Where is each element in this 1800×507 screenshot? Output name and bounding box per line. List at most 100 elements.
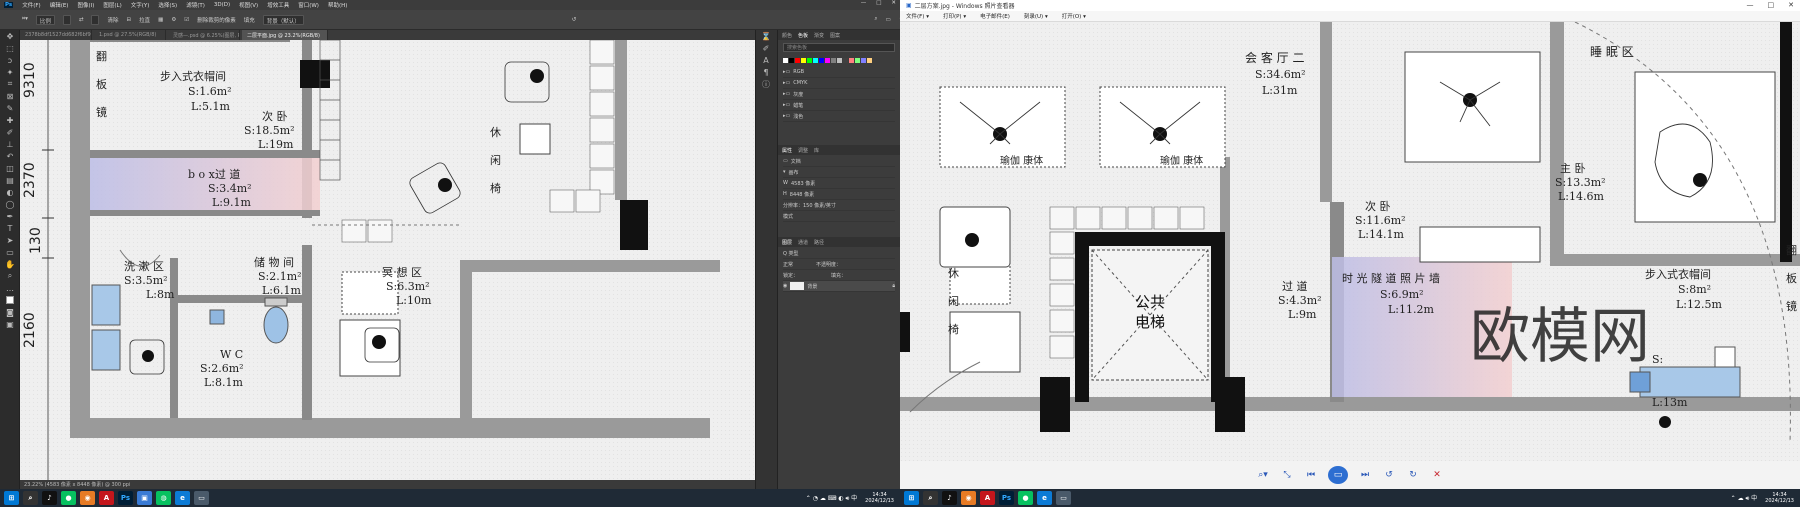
tiktok-icon[interactable]: ♪ bbox=[42, 491, 57, 505]
search-icon[interactable]: ⌕ bbox=[23, 491, 38, 505]
menu-open[interactable]: 打开(O) ▾ bbox=[1062, 12, 1086, 20]
tab-adjustments[interactable]: 调整 bbox=[798, 147, 808, 154]
menu-email[interactable]: 电子邮件(E) bbox=[980, 12, 1010, 20]
quick-mask-icon[interactable]: ◙ bbox=[0, 306, 20, 318]
menu-image[interactable]: 图像(I) bbox=[77, 1, 94, 9]
swatch-group[interactable]: ▸▭ 蜡笔 bbox=[783, 100, 895, 111]
menu-plugins[interactable]: 增效工具 bbox=[267, 1, 289, 9]
app-logo-icon[interactable]: Ps bbox=[4, 2, 14, 8]
canvas-section[interactable]: ▾ 画布 bbox=[783, 167, 895, 178]
grid-overlay-icon[interactable]: ▦ bbox=[158, 17, 163, 23]
magic-wand-icon[interactable]: ✦ bbox=[0, 66, 20, 78]
gradient-tool-icon[interactable]: ▤ bbox=[0, 174, 20, 186]
crop-icon[interactable]: ⌗▾ bbox=[22, 16, 28, 23]
eraser-icon[interactable]: ◫ bbox=[0, 162, 20, 174]
hand-tool-icon[interactable]: ✋ bbox=[0, 258, 20, 270]
menu-select[interactable]: 选择(S) bbox=[158, 1, 177, 9]
viewer-icon[interactable]: ▭ bbox=[194, 491, 209, 505]
tiktok-icon[interactable]: ♪ bbox=[942, 491, 957, 505]
zoom-icon[interactable]: ⌕▾ bbox=[1256, 469, 1270, 481]
start-icon[interactable]: ⊞ bbox=[904, 491, 919, 505]
rotate-cw-icon[interactable]: ↻ bbox=[1406, 469, 1420, 481]
search-icon[interactable]: ⌕ bbox=[874, 16, 877, 23]
document-tab[interactable]: 2378b8df1527dd682f6bf9fd7be8f3.jpg @ 8.2… bbox=[20, 30, 92, 40]
start-icon[interactable]: ⊞ bbox=[4, 491, 19, 505]
zoom-tool-icon[interactable]: ⌕ bbox=[0, 270, 20, 282]
menu-edit[interactable]: 编辑(E) bbox=[50, 1, 69, 9]
type-tool-icon[interactable]: T bbox=[0, 222, 20, 234]
wechat-icon[interactable]: ● bbox=[1018, 491, 1033, 505]
swatch-color[interactable] bbox=[819, 58, 824, 63]
layer-blend-row[interactable]: 正常 不透明度： bbox=[783, 259, 895, 270]
browser-icon[interactable]: ◉ bbox=[80, 491, 95, 505]
stamp-tool-icon[interactable]: ⊥ bbox=[0, 138, 20, 150]
clear-button[interactable]: 清除 bbox=[107, 16, 118, 24]
photoshop-icon[interactable]: Ps bbox=[999, 491, 1014, 505]
actual-size-icon[interactable]: ⤡ bbox=[1280, 469, 1294, 481]
swatch-color[interactable] bbox=[789, 58, 794, 63]
healing-brush-icon[interactable]: ✚ bbox=[0, 114, 20, 126]
document-tab-active[interactable]: 二层平面.jpg @ 23.2%(RGB/8) bbox=[242, 30, 328, 40]
layer-row[interactable]: ◉ 背景 🔒︎ bbox=[783, 281, 895, 292]
workspace-icon[interactable]: ▭ bbox=[885, 17, 890, 23]
swatch-group[interactable]: ▸▭ CMYK bbox=[783, 78, 895, 89]
canvas-height[interactable]: H 8448 像素 bbox=[783, 189, 895, 200]
swatch-color[interactable] bbox=[807, 58, 812, 63]
delete-cropped-checkbox[interactable]: ☑ bbox=[184, 17, 189, 23]
width-input[interactable] bbox=[62, 14, 71, 25]
tab-paths[interactable]: 路径 bbox=[814, 239, 824, 246]
menu-print[interactable]: 打印(P) ▾ bbox=[943, 12, 966, 20]
acrobat-icon[interactable]: A bbox=[980, 491, 995, 505]
document-tab[interactable]: 灵感—.psd @ 6.25%(图层, RGB/8) bbox=[168, 30, 240, 40]
swatch-color[interactable] bbox=[783, 58, 788, 63]
menu-filter[interactable]: 滤镜(T) bbox=[186, 1, 205, 9]
rotate-ccw-icon[interactable]: ↺ bbox=[1382, 469, 1396, 481]
reset-icon[interactable]: ↺ bbox=[572, 17, 577, 23]
move-tool-icon[interactable]: ✥ bbox=[0, 30, 20, 42]
layer-lock-row[interactable]: 锁定： 填充： bbox=[783, 270, 895, 281]
swatch-color[interactable] bbox=[825, 58, 830, 63]
character-panel-icon[interactable]: A bbox=[756, 54, 776, 66]
tab-color[interactable]: 颜色 bbox=[782, 32, 792, 39]
viewer-icon[interactable]: ▭ bbox=[1056, 491, 1071, 505]
clock[interactable]: 14:34 2024/12/13 bbox=[865, 492, 894, 504]
chat-icon[interactable]: ◍ bbox=[156, 491, 171, 505]
menu-file[interactable]: 文件(F) bbox=[22, 1, 40, 9]
edge-icon[interactable]: e bbox=[175, 491, 190, 505]
swatch-group[interactable]: ▸▭ RGB bbox=[783, 67, 895, 78]
tab-libraries[interactable]: 库 bbox=[814, 147, 819, 154]
wechat-icon[interactable]: ● bbox=[61, 491, 76, 505]
swatch-color[interactable] bbox=[843, 58, 848, 63]
swatch-color[interactable] bbox=[855, 58, 860, 63]
browser-icon[interactable]: ◉ bbox=[961, 491, 976, 505]
menu-type[interactable]: 文字(Y) bbox=[131, 1, 150, 9]
tray-icons[interactable]: ⌃ ◔ ☁ ⌨ ◐ 🔊︎ 中 bbox=[806, 493, 857, 503]
history-panel-icon[interactable]: ⌛ bbox=[756, 30, 776, 42]
crop-tool-icon[interactable]: ⌗ bbox=[0, 78, 20, 90]
brush-tool-icon[interactable]: ✐ bbox=[0, 126, 20, 138]
swatch-color[interactable] bbox=[861, 58, 866, 63]
tray-icons[interactable]: ⌃ ☁ 🔊︎ 中 bbox=[1731, 493, 1758, 503]
swatch-search-input[interactable]: 搜索色板 bbox=[783, 43, 895, 52]
acrobat-icon[interactable]: A bbox=[99, 491, 114, 505]
swatch-color[interactable] bbox=[813, 58, 818, 63]
info-panel-icon[interactable]: ⓘ bbox=[756, 78, 776, 90]
swatch-color[interactable] bbox=[837, 58, 842, 63]
minimize-button[interactable]: — bbox=[1747, 1, 1754, 9]
menu-window[interactable]: 窗口(W) bbox=[298, 1, 319, 9]
more-tools-icon[interactable]: … bbox=[0, 282, 20, 294]
tab-channels[interactable]: 通道 bbox=[798, 239, 808, 246]
tab-gradients[interactable]: 渐变 bbox=[814, 32, 824, 39]
photos-icon[interactable]: ▣ bbox=[137, 491, 152, 505]
menu-burn[interactable]: 刻录(U) ▾ bbox=[1024, 12, 1048, 20]
menu-3d[interactable]: 3D(D) bbox=[214, 2, 230, 8]
close-button[interactable]: ✕ bbox=[891, 0, 896, 6]
delete-icon[interactable]: ✕ bbox=[1430, 469, 1444, 481]
straighten-button[interactable]: 拉直 bbox=[139, 16, 150, 24]
tab-swatches[interactable]: 色板 bbox=[798, 32, 808, 39]
brush-panel-icon[interactable]: ✐ bbox=[756, 42, 776, 54]
close-button[interactable]: ✕ bbox=[1788, 1, 1794, 9]
menu-file[interactable]: 文件(F) ▾ bbox=[906, 12, 929, 20]
minimize-button[interactable]: — bbox=[861, 0, 867, 6]
crop-ratio-select[interactable]: 比例 bbox=[35, 14, 55, 25]
